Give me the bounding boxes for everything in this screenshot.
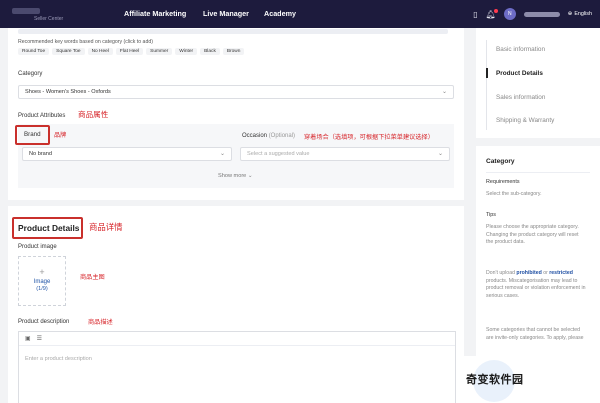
occasion-annotation: 穿着场合（选填项，可根据下拉菜单建议选择） — [304, 134, 434, 141]
help-title: Category — [486, 158, 515, 165]
help-tip-1: Please choose the appropriate category. … — [486, 224, 579, 246]
help-tip-3: Some categories that cannot be selected … — [486, 327, 584, 341]
brand-annotation: 品牌 — [54, 132, 67, 139]
language-selector[interactable]: ⊕ English — [568, 11, 592, 17]
chevron-down-icon: ⌄ — [437, 151, 443, 157]
product-details-title: Product Details — [18, 223, 80, 233]
editor-toolbar: ▣ ☰ — [19, 332, 455, 346]
keyword-chip[interactable]: Round Toe — [18, 48, 50, 55]
description-editor[interactable]: ▣ ☰ Enter a product description — [18, 331, 456, 403]
product-image-label: Product image — [18, 244, 57, 250]
prohibited-link[interactable]: prohibited — [516, 270, 541, 276]
keyword-chip[interactable]: No Heel — [87, 48, 113, 55]
notification-dot — [493, 8, 498, 13]
brand-label: Brand — [24, 131, 41, 138]
category-select[interactable]: Shoes - Women's Shoes - Oxfords ⌄ — [18, 85, 454, 99]
image-annotation: 商品主图 — [80, 274, 105, 281]
product-description-label: Product description — [18, 319, 70, 325]
help-tip-2: Don't upload prohibited or restricted pr… — [486, 270, 586, 300]
section-nav-indicator — [486, 68, 488, 78]
product-attributes-label: Product Attributes — [18, 113, 66, 119]
language-label: English — [574, 11, 592, 17]
occasion-select[interactable]: Select a suggested value ⌄ — [240, 147, 450, 161]
category-label: Category — [18, 71, 43, 77]
image-upload-box[interactable]: + Image (1/9) — [18, 256, 66, 306]
plus-icon: + — [39, 267, 45, 277]
occasion-label-text: Occasion — [242, 133, 268, 139]
chevron-down-icon: ⌄ — [441, 89, 447, 95]
top-nav-bar: Seller Center Affiliate Marketing Live M… — [0, 0, 600, 28]
chevron-down-icon: ⌄ — [219, 151, 225, 157]
section-nav-sales-information[interactable]: Sales information — [496, 94, 545, 101]
chevron-down-icon: ⌄ — [247, 173, 253, 179]
nav-academy[interactable]: Academy — [264, 9, 296, 18]
watermark-text: 奇变软件园 — [466, 374, 524, 386]
occasion-placeholder: Select a suggested value — [247, 151, 310, 157]
restricted-link[interactable]: restricted — [549, 270, 573, 276]
help-requirements-text: Select the sub-category. — [486, 191, 542, 197]
section-nav-shipping-warranty[interactable]: Shipping & Warranty — [496, 117, 554, 124]
logo-subtext: Seller Center — [34, 16, 64, 22]
nav-live-manager[interactable]: Live Manager — [203, 9, 249, 18]
avatar[interactable]: N — [503, 8, 516, 20]
list-icon[interactable]: ☰ — [37, 335, 42, 342]
help-tip-2-text: Don't upload — [486, 270, 517, 276]
bell-icon[interactable]: 🔔︎ — [486, 8, 498, 19]
keyword-chip[interactable]: Summer — [146, 48, 173, 55]
keyword-chip[interactable]: Flat Heel — [115, 48, 144, 55]
help-tips-title: Tips — [486, 212, 496, 218]
section-nav-basic-information[interactable]: Basic information — [496, 46, 545, 53]
occasion-label: Occasion (Optional) — [242, 133, 295, 139]
occasion-optional: (Optional) — [268, 133, 296, 139]
image-icon[interactable]: ▣ — [25, 335, 31, 342]
nav-right-cluster: ▯ 🔔︎ N ⊕ English — [473, 7, 592, 21]
details-annotation: 商品详情 — [89, 222, 123, 232]
username-blurred[interactable] — [523, 11, 560, 17]
keyword-chip[interactable]: Brown — [222, 48, 245, 55]
watermark-overlay: 奇变软件园 — [462, 356, 600, 403]
help-divider — [486, 172, 590, 173]
brand-select[interactable]: No brand ⌄ — [22, 147, 232, 161]
previous-field-fragment — [18, 29, 448, 34]
keyword-hint: Recommended key words based on category … — [18, 39, 153, 45]
help-tip-2-text: products. Miscategorisation may lead to … — [486, 277, 586, 299]
category-value: Shoes - Women's Shoes - Oxfords — [25, 89, 111, 95]
help-requirements-title: Requirements — [486, 179, 520, 185]
nav-affiliate-marketing[interactable]: Affiliate Marketing — [124, 9, 186, 18]
keyword-chip[interactable]: Winter — [175, 48, 198, 55]
mobile-icon[interactable]: ▯ — [473, 10, 477, 19]
keyword-chip[interactable]: Square Toe — [52, 48, 85, 55]
globe-icon: ⊕ — [567, 11, 573, 17]
description-placeholder: Enter a product description — [25, 356, 92, 362]
attributes-annotation: 商品属性 — [78, 110, 109, 119]
image-upload-label: Image — [33, 279, 51, 285]
seller-center-logo[interactable]: Seller Center — [12, 8, 82, 22]
keyword-list: Round Toe Square Toe No Heel Flat Heel S… — [18, 48, 245, 55]
image-count: (1/9) — [36, 286, 48, 292]
section-nav-track — [486, 40, 487, 130]
section-nav-product-details[interactable]: Product Details — [496, 70, 543, 77]
show-more-link[interactable]: Show more ⌄ — [218, 173, 253, 179]
keyword-chip[interactable]: Black — [200, 48, 220, 55]
show-more-label: Show more — [218, 173, 247, 179]
logo-mark — [12, 8, 40, 14]
section-nav: Basic information Product Details Sales … — [476, 28, 600, 138]
description-annotation: 商品描述 — [88, 319, 113, 326]
brand-value: No brand — [29, 151, 53, 157]
